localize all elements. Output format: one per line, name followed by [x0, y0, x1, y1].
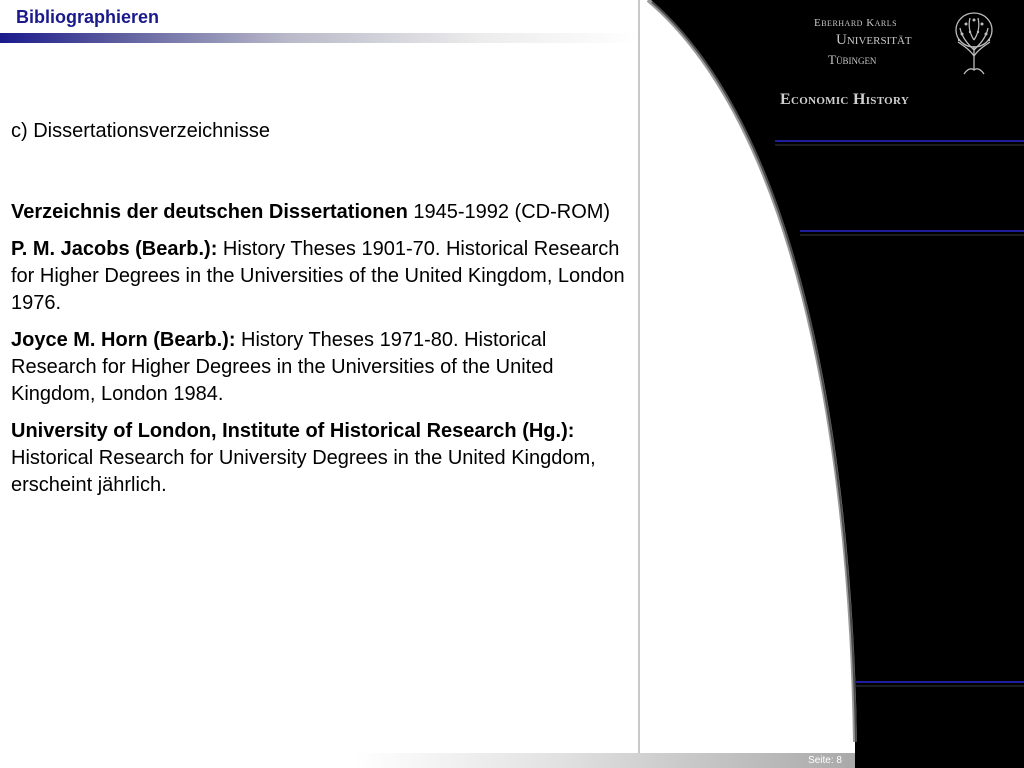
- page-title: Bibliographieren: [16, 7, 160, 27]
- entry-text: Historical Research for University Degre…: [11, 447, 596, 496]
- bibliography-entry: P. M. Jacobs (Bearb.): History Theses 19…: [11, 236, 633, 317]
- page-number: Seite: 8: [808, 755, 842, 766]
- section-heading: c) Dissertationsverzeichnisse: [11, 120, 270, 142]
- bibliography-entry: University of London, Institute of Histo…: [11, 418, 633, 499]
- bibliography-entry: Joyce M. Horn (Bearb.): History Theses 1…: [11, 327, 633, 408]
- university-name-line2: Universität: [836, 32, 912, 48]
- university-logo: Eberhard Karls Universität Tübingen: [800, 12, 1010, 84]
- header-gradient-bar: [0, 33, 640, 43]
- footer-gradient-bar: [355, 753, 855, 768]
- university-name-line3: Tübingen: [828, 52, 877, 67]
- entry-author: Joyce M. Horn (Bearb.):: [11, 329, 236, 351]
- bibliography-entry: Verzeichnis der deutschen Dissertationen…: [11, 199, 633, 226]
- slide: Bibliographieren Eberhard Karls Universi…: [0, 0, 1024, 768]
- entry-text: 1945-1992 (CD-ROM): [407, 201, 611, 223]
- entry-author: Verzeichnis der deutschen Dissertationen: [11, 201, 408, 223]
- vertical-divider: [638, 0, 640, 755]
- university-name-line1: Eberhard Karls: [814, 17, 898, 29]
- entry-author: University of London, Institute of Histo…: [11, 420, 575, 442]
- department-title: Economic History: [780, 91, 910, 108]
- entry-author: P. M. Jacobs (Bearb.):: [11, 238, 218, 260]
- tree-icon: [955, 12, 993, 75]
- main-content: c) Dissertationsverzeichnisse Verzeichni…: [11, 118, 633, 509]
